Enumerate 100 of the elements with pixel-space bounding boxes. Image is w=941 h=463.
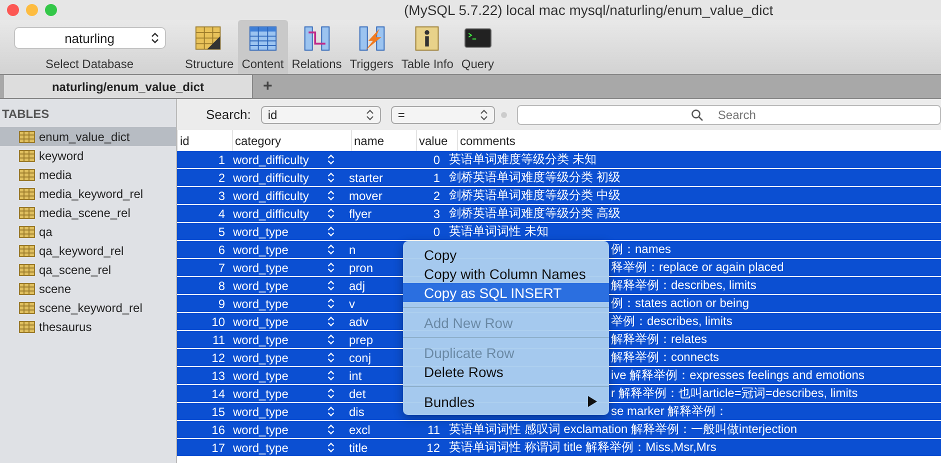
table-row[interactable]: 3 word_difficulty mover 2 剑桥英语单词难度等级分类 中级 xyxy=(177,187,941,204)
menu-item[interactable]: Copy as SQL INSERT xyxy=(403,283,609,302)
table-row[interactable]: 5 word_type 0 英语单词词性 未知 xyxy=(177,223,941,240)
toolbar-button[interactable]: Relations xyxy=(288,20,346,74)
table-cell: word_difficulty xyxy=(233,170,309,184)
minimize-window-icon[interactable] xyxy=(26,4,38,16)
zoom-window-icon[interactable] xyxy=(45,4,57,16)
table-cell: word_type xyxy=(233,296,288,310)
table-cell: word_type xyxy=(233,350,288,364)
toolbar-button[interactable]: Table Info xyxy=(397,20,458,74)
stepper-icon xyxy=(327,442,335,453)
table-icon xyxy=(19,130,35,142)
stepper-icon xyxy=(327,316,335,327)
table-cell: ive 解释举例：expresses feelings and emotions xyxy=(611,368,864,382)
close-window-icon[interactable] xyxy=(7,4,19,16)
table-cell: v xyxy=(349,296,355,310)
operator-select[interactable]: = xyxy=(390,106,495,124)
table-list-item[interactable]: enum_value_dict xyxy=(0,127,176,146)
table-list-item[interactable]: qa_keyword_rel xyxy=(0,241,176,260)
stepper-icon xyxy=(366,108,374,120)
table-cell: 1 xyxy=(433,170,440,184)
table-cell: word_type xyxy=(233,224,288,238)
stepper-icon xyxy=(327,190,335,201)
table-cell-text: 13 xyxy=(210,368,226,382)
table-cell-text: 15 xyxy=(210,404,226,418)
table-cell: 12 xyxy=(426,440,440,454)
table-list-item[interactable]: keyword xyxy=(0,146,176,165)
toolbar-button[interactable]: Query xyxy=(457,20,498,74)
table-list-item[interactable]: media xyxy=(0,165,176,184)
search-field[interactable]: Search xyxy=(516,104,941,124)
table-cell: 英语单词难度等级分类 未知 xyxy=(449,152,596,166)
table-cell: se marker 解释举例： xyxy=(611,404,728,418)
table-cell-text: 1 xyxy=(217,152,226,166)
table-icon xyxy=(19,302,35,314)
table-icon xyxy=(19,168,35,180)
table-cell: word_type xyxy=(233,404,288,418)
table-cell: adj xyxy=(349,278,366,292)
table-cell-text: 14 xyxy=(210,386,226,400)
table-cell-text: 11 xyxy=(212,332,226,346)
table-cell-text: 5 xyxy=(217,224,226,238)
stepper-icon xyxy=(327,262,335,273)
table-cell-text: 10 xyxy=(210,314,226,328)
stepper-icon xyxy=(480,108,488,120)
table-cell-text: 2 xyxy=(217,170,226,184)
table-cell: 解释举例：connects xyxy=(611,350,720,364)
toolbar-button[interactable]: Structure xyxy=(181,20,238,74)
table-cell: 例：names xyxy=(611,242,672,256)
table-list-item[interactable]: scene xyxy=(0,279,176,298)
column-select[interactable]: id xyxy=(260,106,381,124)
stepper-icon xyxy=(327,172,335,183)
table-cell: word_type xyxy=(233,278,288,292)
new-tab-button[interactable]: + xyxy=(253,75,282,98)
table-list-item[interactable]: scene_keyword_rel xyxy=(0,298,176,317)
stepper-icon xyxy=(327,352,335,363)
table-row[interactable]: 4 word_difficulty flyer 3 剑桥英语单词难度等级分类 高级 xyxy=(177,205,941,222)
stepper-icon xyxy=(327,208,335,219)
table-list-item[interactable]: qa_scene_rel xyxy=(0,260,176,279)
table-list-item[interactable]: qa xyxy=(0,222,176,241)
table-cell: 11 xyxy=(428,422,440,436)
table-list-item[interactable]: thesaurus xyxy=(0,317,176,336)
stepper-icon xyxy=(327,280,335,291)
table-cell-text: 12 xyxy=(210,350,226,364)
table-icon xyxy=(19,264,35,276)
table-cell: det xyxy=(349,386,366,400)
table-cell: excl xyxy=(349,422,370,436)
table-icon xyxy=(19,150,35,162)
table-cell: 英语单词词性 未知 xyxy=(449,224,548,238)
table-list-item[interactable]: media_keyword_rel xyxy=(0,184,176,203)
menu-item[interactable]: Copy xyxy=(403,245,609,264)
table-grid-icon xyxy=(246,25,279,53)
select-database-label: Select Database xyxy=(45,57,134,71)
table-cell: n xyxy=(349,242,356,256)
document-tab[interactable]: naturling/enum_value_dict xyxy=(4,75,253,98)
table-list-item[interactable]: media_scene_rel xyxy=(0,203,176,222)
table-cell: 英语单词词性 感叹词 exclamation 解释举例：一般叫做interjection xyxy=(449,422,798,436)
table-cell-text: 7 xyxy=(217,260,226,274)
table-row[interactable]: 16 word_type excl 11 英语单词词性 感叹词 exclamation 解释举例：一般叫做interjection xyxy=(177,421,941,438)
table-cell: word_type xyxy=(233,440,288,454)
table-cell: 英语单词词性 称谓词 title 解释举例：Miss,Msr,Mrs xyxy=(449,440,716,454)
table-cell: 0 xyxy=(433,224,440,238)
stepper-icon xyxy=(327,154,335,165)
toolbar-button[interactable]: Triggers xyxy=(346,20,398,74)
table-cell: 举例：describes, limits xyxy=(611,314,732,328)
menu-item[interactable]: Delete Rows xyxy=(403,362,609,381)
table-cell: prep xyxy=(349,332,374,346)
toolbar-button[interactable]: Content xyxy=(238,20,288,74)
table-row[interactable]: 2 word_difficulty starter 1 剑桥英语单词难度等级分类 初级 xyxy=(177,169,941,186)
database-select[interactable]: naturling xyxy=(14,28,164,48)
window-title: (MySQL 5.7.22) local mac mysql/naturling/enum_value_dict xyxy=(404,2,774,18)
table-cell: 2 xyxy=(433,188,440,202)
table-row[interactable]: 1 word_difficulty 0 英语单词难度等级分类 未知 xyxy=(177,151,941,168)
stepper-icon xyxy=(327,424,335,435)
table-icon xyxy=(19,244,35,256)
table-row[interactable]: 17 word_type title 12 英语单词词性 称谓词 title 解释举例：Miss,Msr,Mrs xyxy=(177,439,941,456)
menu-item[interactable]: Bundles xyxy=(403,392,609,411)
table-cell: mover xyxy=(349,188,382,202)
table-cell: 解释举例：relates xyxy=(611,332,708,346)
menu-item[interactable]: Copy with Column Names xyxy=(403,264,609,283)
table-cell: word_type xyxy=(233,422,288,436)
table-cell: 剑桥英语单词难度等级分类 高级 xyxy=(449,206,620,220)
